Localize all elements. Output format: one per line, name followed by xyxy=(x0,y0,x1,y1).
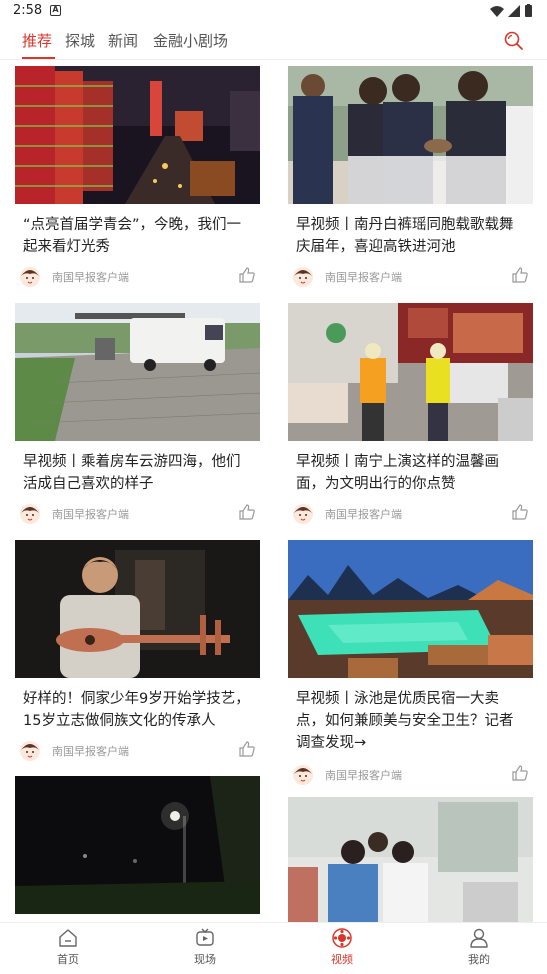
video-title[interactable]: 早视频丨乘着房车云游四海，他们活成自己喜欢的样子 xyxy=(23,451,252,495)
notification-icon: A xyxy=(50,5,61,16)
video-thumbnail[interactable] xyxy=(288,303,533,441)
nav-video[interactable]: 视频 xyxy=(312,927,372,967)
video-thumbnail[interactable] xyxy=(15,303,260,441)
source-label: 南国早报客户端 xyxy=(52,508,129,521)
thumbs-up-icon[interactable] xyxy=(511,503,529,521)
video-title[interactable]: 早视频丨泳池是优质民宿一大卖点，如何兼顾美与安全卫生？记者调查发现→ xyxy=(296,688,525,754)
top-tab-bar: 推荐 探城 新闻 金融小剧场 xyxy=(0,24,547,60)
status-bar: 2:58 A xyxy=(0,0,547,24)
search-icon[interactable] xyxy=(503,30,525,52)
video-card[interactable]: 早视频丨乘着房车云游四海，他们活成自己喜欢的样子 南国早报客户端 xyxy=(15,303,260,524)
bottom-nav: 首页 现场 视频 我的 xyxy=(0,922,547,974)
video-title[interactable]: 早视频丨南宁上演这样的温馨画面，为文明出行的你点赞 xyxy=(296,451,525,495)
source-label: 南国早报客户端 xyxy=(325,508,402,521)
video-thumbnail[interactable] xyxy=(288,66,533,204)
card-meta: 南国早报客户端 xyxy=(292,266,529,288)
nav-home-label: 首页 xyxy=(57,953,79,966)
nav-live-label: 现场 xyxy=(194,953,216,966)
video-title[interactable]: 好样的！侗家少年9岁开始学技艺，15岁立志做侗族文化的传承人 xyxy=(23,688,252,732)
nav-live[interactable]: 现场 xyxy=(175,927,235,967)
boy-instrument-image xyxy=(15,540,260,678)
nav-profile[interactable]: 我的 xyxy=(449,927,509,967)
profile-icon xyxy=(470,928,488,948)
home-icon xyxy=(59,929,77,947)
tab-explore-city[interactable]: 探城 xyxy=(65,30,95,51)
traffic-volunteers-image xyxy=(288,303,533,441)
rv-camper-image xyxy=(15,303,260,441)
card-meta: 南国早报客户端 xyxy=(19,740,256,762)
yao-children-image xyxy=(288,66,533,204)
pool-homestay-image xyxy=(288,540,533,678)
thumbs-up-icon[interactable] xyxy=(238,503,256,521)
source-label: 南国早报客户端 xyxy=(52,271,129,284)
card-meta: 南国早报客户端 xyxy=(19,266,256,288)
video-card[interactable]: 好样的！侗家少年9岁开始学技艺，15岁立志做侗族文化的传承人 南国早报客户端 xyxy=(15,540,260,761)
avatar-icon xyxy=(20,741,40,761)
source-label: 南国早报客户端 xyxy=(325,769,402,782)
video-card[interactable] xyxy=(15,776,260,922)
avatar-icon xyxy=(293,267,313,287)
card-meta: 南国早报客户端 xyxy=(292,503,529,525)
video-thumbnail[interactable] xyxy=(15,776,260,914)
nav-home[interactable]: 首页 xyxy=(38,927,98,967)
night-park-image xyxy=(15,776,260,914)
source-label: 南国早报客户端 xyxy=(52,745,129,758)
clinic-image xyxy=(288,797,533,922)
city-lights-image xyxy=(15,66,260,204)
video-thumbnail[interactable] xyxy=(15,66,260,204)
tab-news[interactable]: 新闻 xyxy=(108,30,138,51)
video-title[interactable]: 早视频丨南丹白裤瑶同胞载歌载舞庆届年，喜迎高铁进河池 xyxy=(296,214,525,258)
video-card[interactable]: 早视频丨泳池是优质民宿一大卖点，如何兼顾美与安全卫生？记者调查发现→ 南国早报客… xyxy=(288,540,533,785)
video-thumbnail[interactable] xyxy=(15,540,260,678)
card-meta: 南国早报客户端 xyxy=(292,764,529,786)
avatar-icon xyxy=(20,504,40,524)
video-card[interactable] xyxy=(288,797,533,922)
video-thumbnail[interactable] xyxy=(288,797,533,922)
tv-icon xyxy=(196,928,214,946)
status-time: 2:58 xyxy=(13,3,43,18)
thumbs-up-icon[interactable] xyxy=(238,266,256,284)
video-icon xyxy=(332,928,352,948)
active-tab-indicator xyxy=(22,57,55,59)
thumbs-up-icon[interactable] xyxy=(511,764,529,782)
card-meta: 南国早报客户端 xyxy=(19,503,256,525)
tab-finance-theater[interactable]: 金融小剧场 xyxy=(153,30,228,51)
avatar-icon xyxy=(20,267,40,287)
video-feed[interactable]: “点亮首届学青会”，今晚，我们一起来看灯光秀 南国早报客户端 早视频丨南丹白裤瑶… xyxy=(0,60,547,922)
video-card[interactable]: 早视频丨南宁上演这样的温馨画面，为文明出行的你点赞 南国早报客户端 xyxy=(288,303,533,524)
video-card[interactable]: “点亮首届学青会”，今晚，我们一起来看灯光秀 南国早报客户端 xyxy=(15,66,260,287)
video-card[interactable]: 早视频丨南丹白裤瑶同胞载歌载舞庆届年，喜迎高铁进河池 南国早报客户端 xyxy=(288,66,533,287)
nav-profile-label: 我的 xyxy=(468,953,490,966)
avatar-icon xyxy=(293,765,313,785)
nav-video-label: 视频 xyxy=(331,953,353,966)
thumbs-up-icon[interactable] xyxy=(511,266,529,284)
source-label: 南国早报客户端 xyxy=(325,271,402,284)
thumbs-up-icon[interactable] xyxy=(238,740,256,758)
avatar-icon xyxy=(293,504,313,524)
video-title[interactable]: “点亮首届学青会”，今晚，我们一起来看灯光秀 xyxy=(23,214,252,258)
system-status-icons xyxy=(490,4,532,17)
tab-recommend[interactable]: 推荐 xyxy=(22,30,52,51)
video-thumbnail[interactable] xyxy=(288,540,533,678)
